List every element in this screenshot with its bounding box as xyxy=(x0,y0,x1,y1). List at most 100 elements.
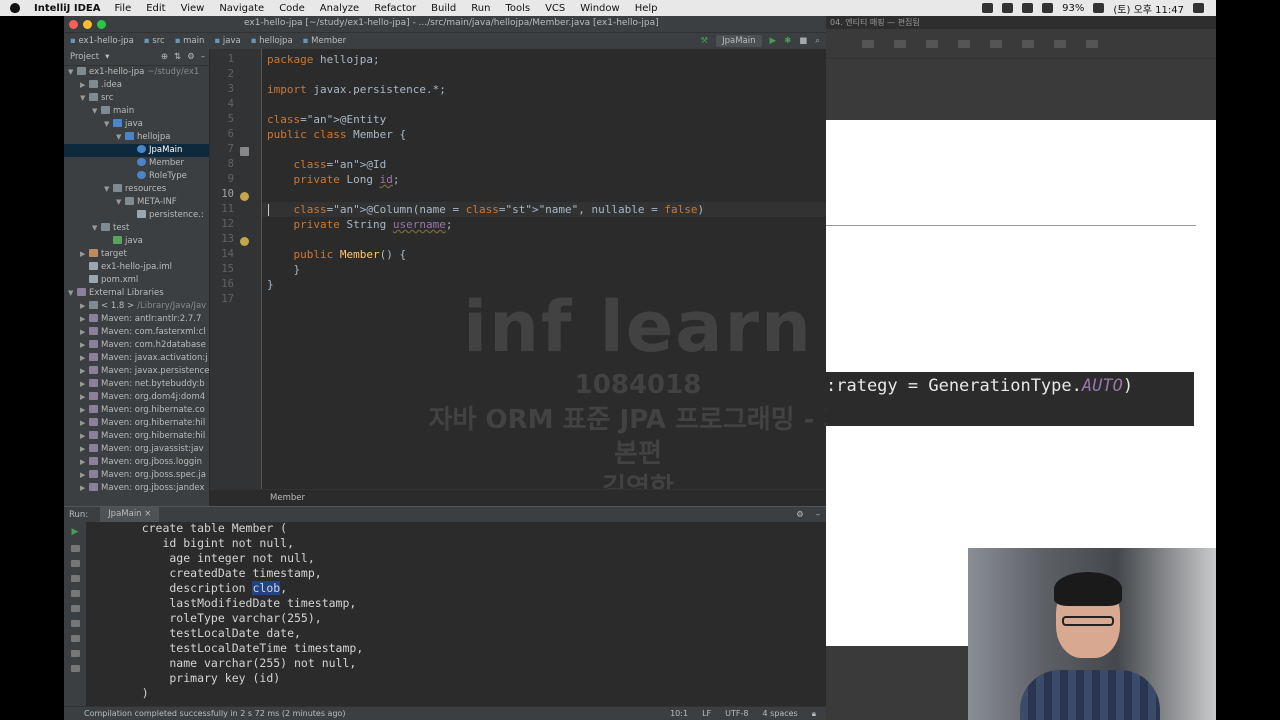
project-view-select[interactable]: Project xyxy=(70,52,99,62)
chevron-right-icon[interactable]: ▶ xyxy=(80,326,89,339)
stop-icon[interactable]: ■ xyxy=(799,36,807,46)
up-arrow-icon[interactable] xyxy=(70,545,80,552)
chevron-right-icon[interactable]: ▶ xyxy=(80,404,89,417)
chevron-right-icon[interactable]: ▶ xyxy=(80,482,89,495)
tree-item[interactable]: ex1-hello-jpa.iml xyxy=(64,261,209,274)
database-gutter-icon[interactable] xyxy=(240,147,249,156)
search-icon[interactable]: ⌕ xyxy=(815,36,820,46)
console-output[interactable]: create table Member ( id bigint not null… xyxy=(86,522,826,707)
indent-setting[interactable]: 4 spaces xyxy=(762,709,797,719)
chevron-right-icon[interactable]: ▶ xyxy=(80,430,89,443)
chevron-down-icon[interactable]: ▼ xyxy=(92,105,101,118)
breadcrumb-item[interactable]: Member xyxy=(303,36,346,46)
tree-item[interactable]: Member xyxy=(64,157,209,170)
animate-tool-icon[interactable] xyxy=(1054,39,1066,48)
chevron-right-icon[interactable]: ▶ xyxy=(80,339,89,352)
tree-item[interactable]: ▶ Maven: javax.activation:j xyxy=(64,352,209,365)
chevron-down-icon[interactable]: ▼ xyxy=(80,92,89,105)
menu-vcs[interactable]: VCS xyxy=(545,3,565,14)
menu-view[interactable]: View xyxy=(181,3,205,14)
tree-item[interactable]: ▼ java xyxy=(64,118,209,131)
chevron-right-icon[interactable]: ▶ xyxy=(80,378,89,391)
tree-item[interactable]: ▼ ex1-hello-jpa ~/study/ex1 xyxy=(64,66,209,79)
menu-tools[interactable]: Tools xyxy=(505,3,530,14)
minimize-window-icon[interactable] xyxy=(83,19,92,29)
tree-item[interactable]: ▼ test xyxy=(64,222,209,235)
chevron-right-icon[interactable]: ▶ xyxy=(80,391,89,404)
spotlight-icon[interactable] xyxy=(1193,3,1204,13)
tree-item[interactable]: JpaMain xyxy=(64,144,209,157)
layout-icon[interactable] xyxy=(70,650,80,657)
menu-edit[interactable]: Edit xyxy=(146,3,165,14)
chevron-right-icon[interactable]: ▶ xyxy=(80,79,89,92)
chevron-down-icon[interactable]: ▼ xyxy=(68,287,77,300)
gear-icon[interactable]: ⚙ xyxy=(796,510,804,520)
scroll-to-end-icon[interactable] xyxy=(70,605,80,612)
tree-item[interactable]: ▶ Maven: net.bytebuddy:b xyxy=(64,378,209,391)
tree-item[interactable]: ▼ External Libraries xyxy=(64,287,209,300)
file-encoding[interactable]: UTF-8 xyxy=(725,709,748,719)
chevron-down-icon[interactable]: ▼ xyxy=(104,183,113,196)
build-hammer-icon[interactable]: ⚒ xyxy=(701,36,709,46)
target-icon[interactable]: ⊕ xyxy=(161,52,168,62)
menu-window[interactable]: Window xyxy=(580,3,619,14)
menu-refactor[interactable]: Refactor xyxy=(374,3,416,14)
menu-run[interactable]: Run xyxy=(471,3,490,14)
menu-build[interactable]: Build xyxy=(431,3,456,14)
tree-item[interactable]: ▼ resources xyxy=(64,183,209,196)
wifi-icon[interactable] xyxy=(1042,3,1054,13)
chevron-down-icon[interactable]: ▼ xyxy=(92,222,101,235)
hide-icon[interactable]: – xyxy=(816,510,826,520)
tray-icon[interactable] xyxy=(1022,3,1034,13)
format-tool-icon[interactable] xyxy=(1022,39,1034,48)
cursor-position[interactable]: 10:1 xyxy=(670,709,688,719)
tree-item[interactable]: ▶ Maven: org.dom4j:dom4 xyxy=(64,391,209,404)
breadcrumb-item[interactable]: hellojpa xyxy=(251,36,293,46)
tree-item[interactable]: ▶ Maven: org.jboss:jandex xyxy=(64,482,209,495)
tree-item[interactable]: ▼ src xyxy=(64,92,209,105)
tree-item[interactable]: ▶ Maven: org.javassist:jav xyxy=(64,443,209,456)
close-icon[interactable]: × xyxy=(144,509,151,519)
tree-item[interactable]: ▼ META-INF xyxy=(64,196,209,209)
chevron-right-icon[interactable]: ▶ xyxy=(80,365,89,378)
chevron-down-icon[interactable]: ▾ xyxy=(105,52,109,62)
share-tool-icon[interactable] xyxy=(990,39,1002,48)
breadcrumb-item[interactable]: java xyxy=(214,36,241,46)
tree-item[interactable]: RoleType xyxy=(64,170,209,183)
tree-item[interactable]: ▶ Maven: antlr:antlr:2.7.7 xyxy=(64,313,209,326)
chevron-right-icon[interactable]: ▶ xyxy=(80,300,89,313)
print-icon[interactable] xyxy=(70,620,80,627)
tree-item[interactable]: ▶ Maven: org.jboss.spec.ja xyxy=(64,469,209,482)
chevron-right-icon[interactable]: ▶ xyxy=(80,456,89,469)
chevron-down-icon[interactable]: ▼ xyxy=(104,118,113,131)
tree-item[interactable]: ▶ Maven: org.hibernate:hil xyxy=(64,430,209,443)
text-tool-icon[interactable] xyxy=(862,39,874,48)
tree-item[interactable]: ▼ hellojpa xyxy=(64,131,209,144)
menu-file[interactable]: File xyxy=(114,3,131,14)
breadcrumb-item[interactable]: src xyxy=(144,36,164,46)
zoom-window-icon[interactable] xyxy=(97,19,106,29)
battery-percent[interactable]: 93% xyxy=(1062,3,1084,14)
chevron-down-icon[interactable]: ▼ xyxy=(116,131,125,144)
tree-item[interactable]: ▶ .idea xyxy=(64,79,209,92)
stop-icon[interactable] xyxy=(70,560,80,567)
tree-item[interactable]: ▶ Maven: javax.persistence xyxy=(64,365,209,378)
code-editor[interactable]: 1 2 3 4 5 6 7 8 9 10 11 12 13 14 15 16 17 inf learn 1084… xyxy=(210,49,826,505)
rerun-icon[interactable]: ▶ xyxy=(64,527,86,537)
menu-navigate[interactable]: Navigate xyxy=(219,3,264,14)
collapse-icon[interactable]: ⇅ xyxy=(174,52,181,62)
run-config-select[interactable]: JpaMain xyxy=(716,35,762,47)
chevron-right-icon[interactable]: ▶ xyxy=(80,417,89,430)
tree-item[interactable]: pom.xml xyxy=(64,274,209,287)
breadcrumb-item[interactable]: ex1-hello-jpa xyxy=(70,36,133,46)
tree-item[interactable]: java xyxy=(64,235,209,248)
document-tool-icon[interactable] xyxy=(1086,39,1098,48)
soft-wrap-icon[interactable] xyxy=(70,575,80,582)
tray-icon[interactable] xyxy=(982,3,994,13)
chevron-right-icon[interactable]: ▶ xyxy=(80,443,89,456)
pin-icon[interactable] xyxy=(70,665,80,672)
battery-icon[interactable] xyxy=(1093,3,1105,13)
tray-icon[interactable] xyxy=(1002,3,1014,13)
editor-breadcrumb-item[interactable]: Member xyxy=(270,493,305,503)
trash-icon[interactable] xyxy=(70,635,80,642)
